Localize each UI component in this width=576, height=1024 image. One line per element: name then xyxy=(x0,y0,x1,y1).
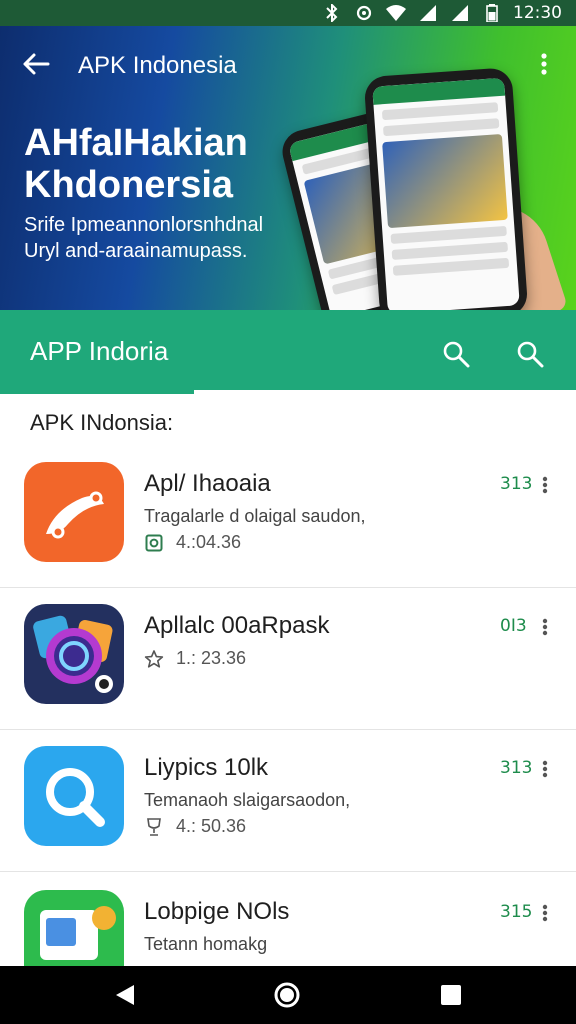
row-more-button[interactable] xyxy=(538,474,552,496)
more-options-button[interactable] xyxy=(530,50,558,82)
more-vert-icon xyxy=(542,618,548,636)
phone-screen-row xyxy=(392,257,510,276)
swoosh-icon xyxy=(46,491,104,539)
app-meta: 4.: 50.36 xyxy=(144,816,246,837)
app-meta: 4.:04.36 xyxy=(144,532,241,553)
recents-square-icon xyxy=(441,985,461,1005)
app-rating: 4.:04.36 xyxy=(176,532,242,552)
home-circle-icon xyxy=(274,982,300,1008)
app-name: Liypics 10lk xyxy=(144,754,269,781)
status-bar: 12:30 xyxy=(0,0,576,26)
bluetooth-icon xyxy=(321,4,343,22)
app-meta: 1.: 23.36 xyxy=(144,648,246,669)
app-count: 315 xyxy=(500,902,533,922)
app-icon[interactable] xyxy=(24,746,124,846)
signal-icon xyxy=(449,4,471,22)
navigation-bar xyxy=(0,966,576,1024)
status-time: 12:30 xyxy=(513,3,562,23)
trophy-icon xyxy=(144,817,164,837)
app-description: Tetann homakg xyxy=(144,934,268,954)
app-description: Tragalarle d olaigal saudon, xyxy=(144,506,366,526)
app-description: Temanaoh slaigarsaodon, xyxy=(144,790,351,810)
search-icon xyxy=(516,340,544,373)
camera-lens-icon xyxy=(33,615,113,693)
back-triangle-icon xyxy=(116,985,134,1005)
phone-screen-row xyxy=(382,118,500,137)
nav-recents-button[interactable] xyxy=(436,980,466,1010)
phone-screen-row xyxy=(381,102,499,121)
phone-screen-row xyxy=(391,241,509,260)
more-vert-icon xyxy=(542,760,548,778)
signal-icon xyxy=(417,4,439,22)
star-outline-icon xyxy=(144,649,164,669)
phone-screen xyxy=(372,77,520,310)
list-item[interactable]: Apllalc 00aRpask 1.: 23.36 0I3 xyxy=(0,590,576,730)
app-rating: 4.: 50.36 xyxy=(176,816,247,836)
phone-illustration-front xyxy=(363,67,529,310)
phone-screen-bar xyxy=(372,77,506,105)
hero-banner: APK Indonesia AHfaIHakian Khdonersia Sri… xyxy=(0,26,576,310)
app-rating: 1.: 23.36 xyxy=(176,648,247,668)
page-title: APK Indonesia xyxy=(78,52,237,79)
row-more-button[interactable] xyxy=(538,902,552,924)
search-button[interactable] xyxy=(514,340,546,372)
back-arrow-icon xyxy=(22,52,50,81)
search-button[interactable] xyxy=(440,340,472,372)
row-more-button[interactable] xyxy=(538,616,552,638)
app-count: 0I3 xyxy=(500,616,527,636)
app-name: Apllalc 00aRpask xyxy=(144,612,330,639)
nav-home-button[interactable] xyxy=(272,980,302,1010)
magnifier-icon xyxy=(46,768,105,827)
app-icon[interactable] xyxy=(24,604,124,704)
app-bar: APP Indoria xyxy=(0,310,576,394)
hero-tagline: Srife Ipmeannonlorsnhdnal Uryl and-araai… xyxy=(24,214,264,262)
list-item[interactable]: Apl/ Ihaoaia Tragalarle d olaigal saudon… xyxy=(0,448,576,588)
wifi-icon xyxy=(385,4,407,22)
more-vert-icon xyxy=(540,52,548,81)
phone-screen-photo xyxy=(382,133,508,229)
nav-back-button[interactable] xyxy=(110,980,140,1010)
app-bar-title: APP Indoria xyxy=(30,336,169,366)
app-icon[interactable] xyxy=(24,462,124,562)
battery-icon xyxy=(481,4,503,22)
app-count: 313 xyxy=(500,474,533,494)
more-vert-icon xyxy=(542,904,548,922)
row-more-button[interactable] xyxy=(538,758,552,780)
tab-indicator xyxy=(194,390,576,394)
app-name: Lobpige NOls xyxy=(144,898,290,925)
sync-icon xyxy=(353,4,375,22)
app-count: 313 xyxy=(500,758,533,778)
app-name: Apl/ Ihaoaia xyxy=(144,470,271,497)
section-title: APK INdonsia: xyxy=(30,410,174,435)
back-button[interactable] xyxy=(20,50,52,82)
search-icon xyxy=(442,340,470,373)
phone-screen-row xyxy=(390,225,507,244)
list-item[interactable]: Liypics 10lk Temanaoh slaigarsaodon, 4.:… xyxy=(0,732,576,872)
download-icon xyxy=(144,533,164,553)
more-vert-icon xyxy=(542,476,548,494)
hero-headline: AHfaIHakian Khdonersia xyxy=(24,122,248,206)
